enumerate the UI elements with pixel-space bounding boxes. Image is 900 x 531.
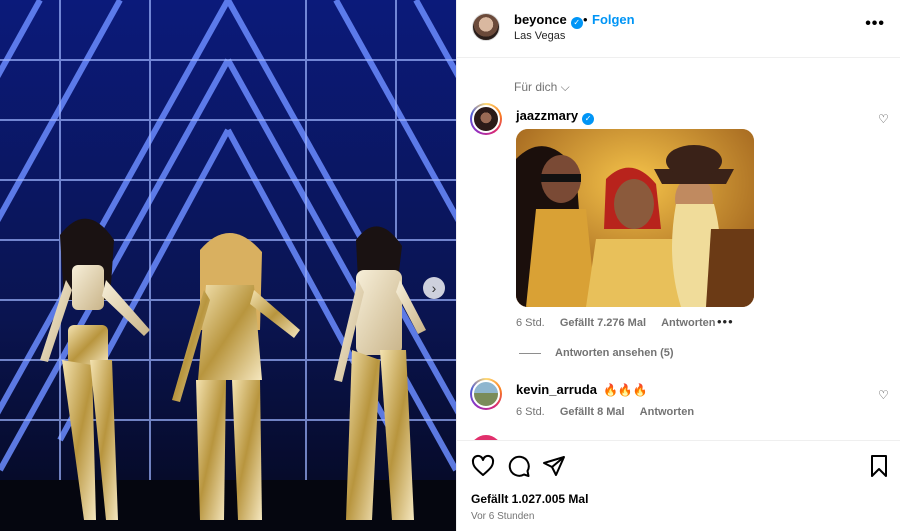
comment-like-heart-icon[interactable]: ♡	[878, 388, 889, 402]
stage-photo	[0, 0, 456, 531]
comments-sort-dropdown[interactable]: Für dich ⌵	[514, 80, 570, 95]
comment-likes[interactable]: Gefällt 7.276 Mal	[560, 317, 646, 329]
comment-meta: 6 Std. Gefällt 7.276 Mal Antworten	[516, 317, 727, 329]
comment-username-text[interactable]: jaazzmary	[516, 108, 578, 123]
author-username-text[interactable]: beyonce	[514, 12, 567, 27]
share-send-icon[interactable]	[542, 454, 566, 478]
follow-button[interactable]: Folgen	[592, 12, 635, 27]
verified-badge-icon: ✓	[582, 113, 595, 125]
comment-gif-image[interactable]	[516, 129, 754, 307]
next-image-button[interactable]: ›	[423, 277, 445, 299]
view-replies-button[interactable]: Antworten ansehen (5)	[519, 347, 674, 359]
post-header: beyonce ✓ • Folgen Las Vegas •••	[457, 0, 900, 58]
comment-time[interactable]: 6 Std.	[516, 406, 545, 418]
comment-meta: 6 Std. Gefällt 8 Mal Antworten	[516, 406, 706, 418]
post-timestamp[interactable]: Vor 6 Stunden	[471, 511, 534, 522]
instagram-post-view: › beyonce ✓ • Folgen Las Vegas ••• Für di…	[0, 0, 900, 531]
gif-scene	[516, 129, 754, 307]
comment-avatar[interactable]	[470, 103, 502, 135]
save-bookmark-icon[interactable]	[867, 454, 891, 478]
comment-bubble-icon[interactable]	[507, 454, 531, 478]
post-side-panel: beyonce ✓ • Folgen Las Vegas ••• Für dich…	[456, 0, 900, 531]
verified-badge-icon: ✓	[570, 17, 583, 29]
post-location[interactable]: Las Vegas	[514, 30, 565, 42]
replies-divider-line	[519, 352, 541, 354]
comment-reply-button[interactable]: Antworten	[661, 317, 715, 329]
post-image: ›	[0, 0, 456, 531]
comment-username-text[interactable]: kevin_arruda	[516, 382, 597, 397]
header-separator: •	[583, 12, 588, 27]
more-options-icon[interactable]: •••	[865, 15, 885, 33]
view-replies-label[interactable]: Antworten ansehen (5)	[555, 347, 674, 359]
comment-time[interactable]: 6 Std.	[516, 317, 545, 329]
author-username[interactable]: beyonce ✓	[514, 12, 583, 29]
comment-like-heart-icon[interactable]: ♡	[878, 112, 889, 126]
comment-text: 🔥🔥🔥	[602, 383, 648, 397]
like-heart-icon[interactable]	[471, 454, 495, 478]
comment-reply-button[interactable]: Antworten	[640, 406, 694, 418]
comment-options-icon[interactable]: •••	[717, 314, 734, 329]
comment-username[interactable]: kevin_arruda 🔥🔥🔥	[516, 382, 648, 397]
post-likes-count[interactable]: Gefällt 1.027.005 Mal	[471, 492, 588, 506]
post-actions-bar: Gefällt 1.027.005 Mal Vor 6 Stunden	[457, 440, 900, 531]
comment-avatar[interactable]	[470, 378, 502, 410]
comment-likes[interactable]: Gefällt 8 Mal	[560, 406, 625, 418]
author-avatar[interactable]	[472, 13, 500, 41]
comment-username[interactable]: jaazzmary ✓	[516, 108, 595, 125]
